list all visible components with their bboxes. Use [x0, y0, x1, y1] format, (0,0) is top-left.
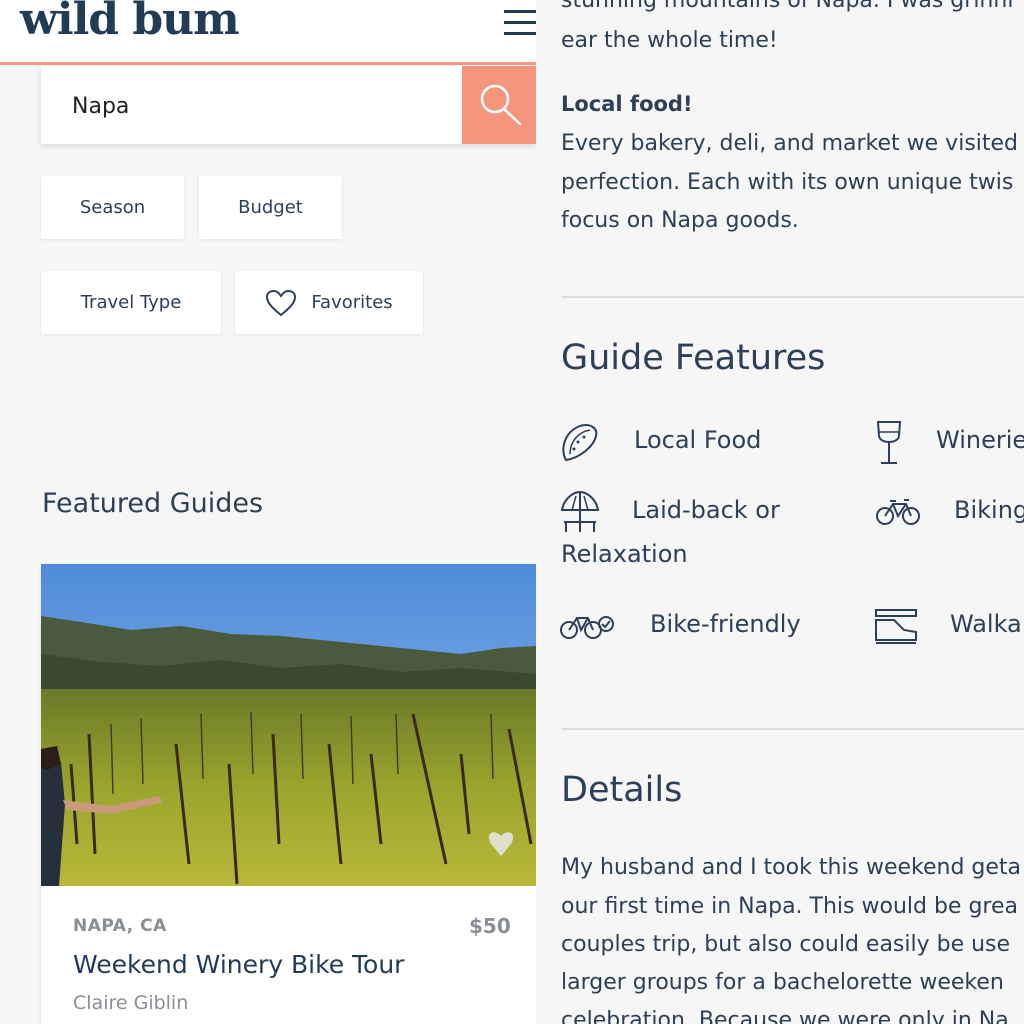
taco-icon: [562, 424, 598, 462]
search-icon: [480, 84, 522, 126]
search-bar: [41, 66, 536, 146]
details-title: Details: [561, 770, 683, 810]
feature-laid-back: Laid-back or: [632, 496, 780, 524]
guide-author[interactable]: Claire Giblin: [73, 992, 188, 1014]
divider: [561, 296, 1024, 298]
details-text-line: My husband and I took this weekend geta: [561, 855, 1022, 880]
left-panel: wild bum Season Budget Travel Type Favor…: [0, 0, 536, 1024]
heart-icon: [266, 289, 297, 316]
guide-location: NAPA, CA: [73, 916, 167, 936]
feature-local-food: Local Food: [634, 426, 762, 454]
guide-photo: [41, 564, 536, 886]
favorites-label: Favorites: [311, 292, 393, 313]
article-text-line: ear the whole time!: [561, 28, 778, 53]
details-text-line: couples trip, but also could easily be u…: [561, 932, 1011, 957]
guide-title[interactable]: Weekend Winery Bike Tour: [73, 950, 404, 979]
featured-guides-title: Featured Guides: [42, 488, 264, 519]
details-text-line: our first time in Napa. This would be gr…: [561, 894, 1018, 919]
feature-relaxation: Relaxation: [561, 540, 688, 568]
wine-glass-icon: [876, 421, 902, 464]
bike-icon: [876, 499, 920, 525]
guide-price: $50: [469, 914, 511, 938]
season-filter-button[interactable]: Season: [41, 176, 184, 239]
search-button[interactable]: [462, 66, 536, 144]
feature-wineries: Winerie: [936, 426, 1024, 454]
article-text-line: stunning mountains of Napa. I was grinni: [561, 0, 1014, 13]
feature-walkable: Walka: [950, 610, 1022, 638]
bike-check-icon: [560, 616, 614, 639]
feature-bike-friendly: Bike-friendly: [650, 610, 801, 638]
guide-features-title: Guide Features: [561, 338, 826, 378]
favorites-filter-button[interactable]: Favorites: [235, 271, 423, 334]
right-panel: stunning mountains of Napa. I was grinni…: [536, 0, 1024, 1024]
details-text-line: celebration. Because we were only in Na: [561, 1008, 1009, 1024]
travel-type-label: Travel Type: [80, 292, 182, 313]
guide-card[interactable]: NAPA, CA $50 Weekend Winery Bike Tour Cl…: [41, 564, 536, 1024]
header: wild bum: [0, 0, 536, 65]
season-label: Season: [79, 197, 146, 218]
patio-umbrella-icon: [560, 490, 600, 532]
search-input[interactable]: [41, 66, 474, 146]
logo[interactable]: wild bum: [20, 0, 240, 45]
article-text-line: perfection. Each with its own unique twi…: [561, 170, 1014, 195]
article-text-line: Every bakery, deli, and market we visite…: [561, 131, 1019, 156]
budget-label: Budget: [238, 197, 303, 218]
divider: [561, 728, 1024, 730]
details-text-line: larger groups for a bachelorette weeken: [561, 970, 1004, 995]
menu-icon[interactable]: [504, 10, 536, 36]
article-text-line: focus on Napa goods.: [561, 208, 799, 233]
travel-type-filter-button[interactable]: Travel Type: [41, 271, 221, 334]
shoe-icon: [875, 609, 917, 644]
budget-filter-button[interactable]: Budget: [199, 176, 342, 239]
local-food-heading: Local food!: [561, 92, 693, 116]
feature-biking: Biking: [954, 496, 1024, 524]
